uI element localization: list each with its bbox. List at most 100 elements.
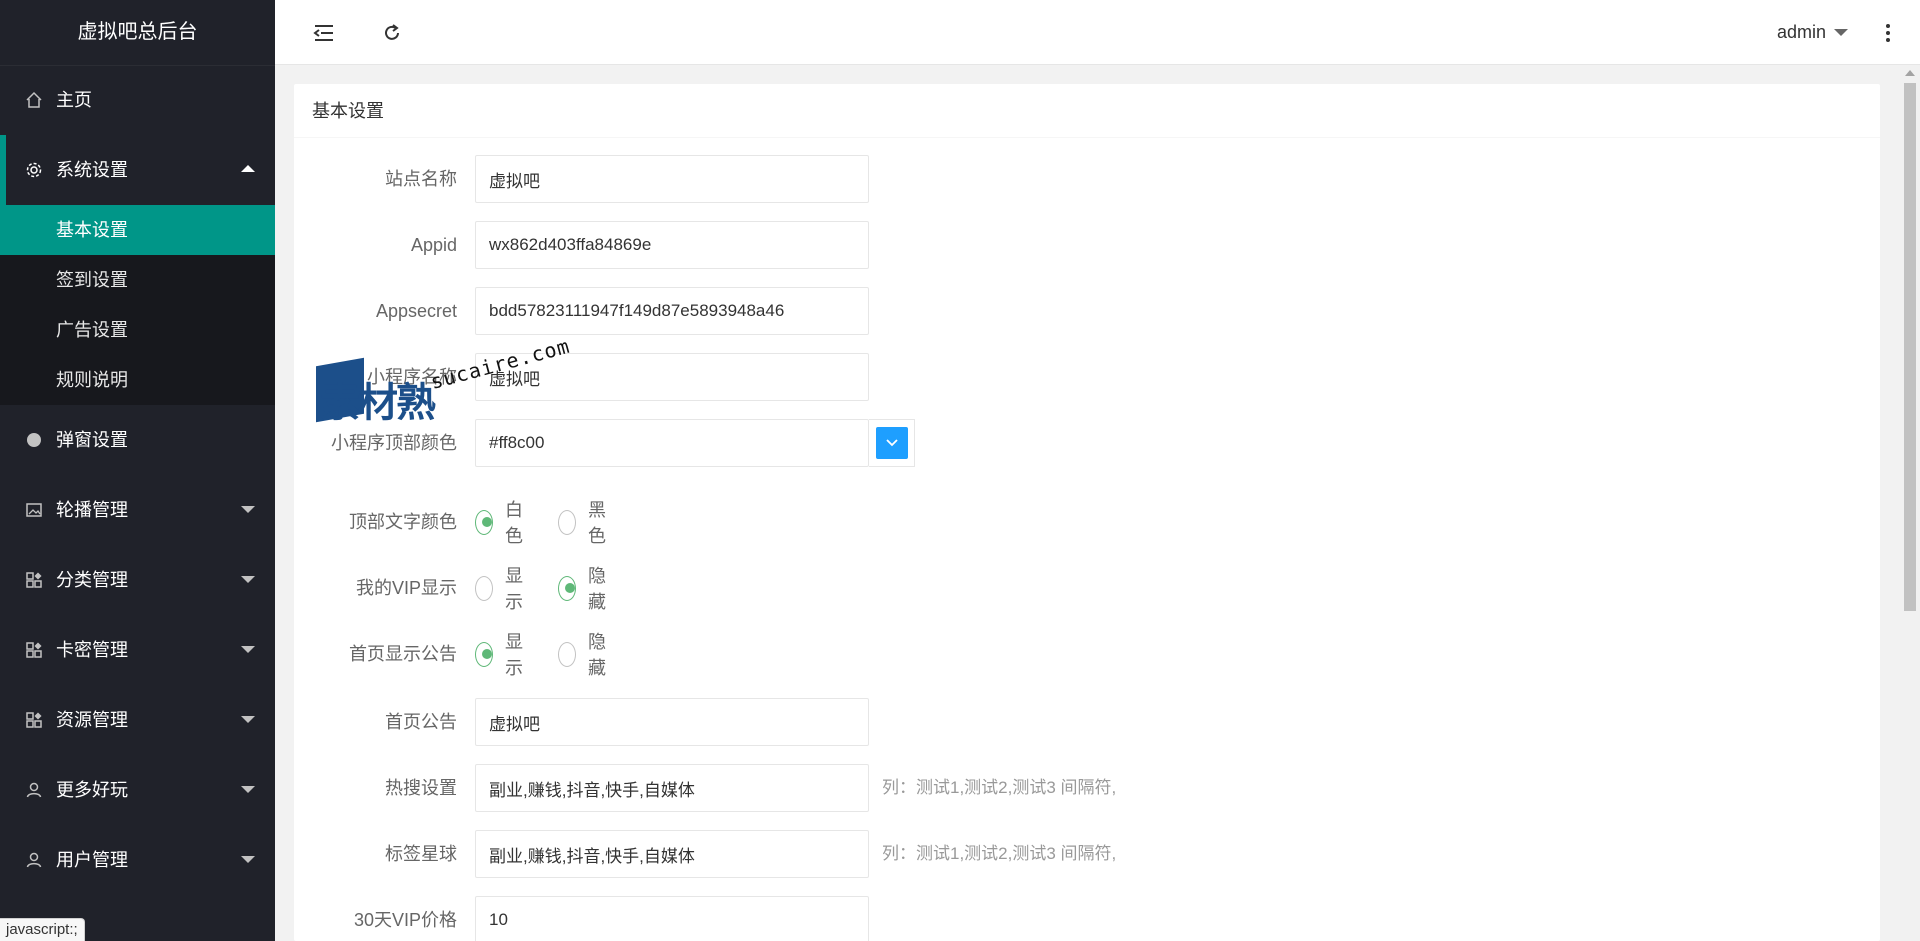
field-label: Appsecret bbox=[375, 301, 457, 321]
sidebar-item-system[interactable]: 系统设置 bbox=[0, 135, 275, 205]
field-label: 我的VIP显示 bbox=[355, 578, 457, 598]
app-title: 虚拟吧总后台 bbox=[0, 0, 275, 65]
chevron-down-icon bbox=[885, 439, 898, 447]
field-hint: 列：测试1,测试2,测试3 间隔符, bbox=[882, 778, 1117, 797]
gear-icon bbox=[24, 135, 44, 205]
appid-input[interactable] bbox=[475, 221, 869, 269]
field-label: 首页显示公告 bbox=[349, 644, 457, 664]
radio-hide[interactable]: 隐藏 bbox=[558, 562, 613, 614]
caret-down-icon bbox=[1834, 29, 1848, 36]
sidebar-subitem-signin[interactable]: 签到设置 bbox=[0, 255, 275, 305]
sidebar-item-label: 用户管理 bbox=[56, 850, 128, 870]
sidebar: 虚拟吧总后台 主页 系统设置 基本设置 签到设置 广告设置 规则说明 弹窗设置 … bbox=[0, 0, 275, 941]
home-notice-input[interactable] bbox=[475, 698, 869, 746]
user-icon bbox=[24, 825, 44, 895]
settings-card: 基本设置 站点名称 Appid Appsecret 小程序名称 小程序顶部颜色 … bbox=[294, 84, 1880, 941]
sidebar-item-popup[interactable]: 弹窗设置 bbox=[0, 405, 275, 475]
sidebar-subitem-basic[interactable]: 基本设置 bbox=[0, 205, 275, 255]
page-scrollbar[interactable] bbox=[1900, 65, 1920, 941]
image-icon bbox=[24, 475, 44, 545]
sidebar-item-label: 系统设置 bbox=[56, 160, 128, 180]
radio-checked-icon bbox=[475, 641, 493, 667]
radio-black[interactable]: 黑色 bbox=[558, 496, 613, 548]
system-submenu: 基本设置 签到设置 广告设置 规则说明 bbox=[0, 205, 275, 405]
sidebar-item-cards[interactable]: 卡密管理 bbox=[0, 615, 275, 685]
top-color-input[interactable] bbox=[475, 419, 869, 467]
sidebar-item-label: 卡密管理 bbox=[56, 640, 128, 660]
radio-label: 显示 bbox=[504, 566, 523, 612]
radio-label: 隐藏 bbox=[587, 632, 606, 678]
radio-label: 显示 bbox=[504, 632, 523, 678]
collapse-menu-icon[interactable] bbox=[311, 20, 337, 46]
sidebar-item-carousel[interactable]: 轮播管理 bbox=[0, 475, 275, 545]
radio-hide[interactable]: 隐藏 bbox=[558, 628, 613, 680]
radio-label: 白色 bbox=[504, 500, 523, 546]
radio-show[interactable]: 显示 bbox=[475, 628, 530, 680]
radio-show[interactable]: 显示 bbox=[475, 562, 530, 614]
radio-checked-icon bbox=[475, 509, 493, 535]
tag-planet-input[interactable] bbox=[475, 830, 869, 878]
vip30-price-input[interactable] bbox=[475, 896, 869, 941]
sidebar-item-resources[interactable]: 资源管理 bbox=[0, 685, 275, 755]
sidebar-item-label: 轮播管理 bbox=[56, 500, 128, 520]
username: admin bbox=[1776, 22, 1826, 42]
radio-label: 隐藏 bbox=[587, 566, 606, 612]
sidebar-item-label: 分类管理 bbox=[56, 570, 128, 590]
radio-unchecked-icon bbox=[558, 641, 576, 667]
field-label: Appid bbox=[410, 235, 457, 255]
appsecret-input[interactable] bbox=[475, 287, 869, 335]
card-title: 基本设置 bbox=[294, 84, 1880, 138]
sidebar-subitem-rules[interactable]: 规则说明 bbox=[0, 355, 275, 405]
refresh-icon[interactable] bbox=[379, 20, 405, 46]
field-label: 标签星球 bbox=[385, 844, 457, 864]
top-header: admin bbox=[275, 0, 1920, 65]
field-label: 30天VIP价格 bbox=[353, 910, 457, 930]
chevron-down-icon bbox=[241, 716, 255, 723]
color-swatch bbox=[875, 427, 908, 459]
sidebar-item-label: 更多好玩 bbox=[56, 780, 128, 800]
status-bar-url: javascript:; bbox=[0, 918, 85, 941]
field-hint: 列：测试1,测试2,测试3 间隔符, bbox=[882, 844, 1117, 863]
sidebar-subitem-ads[interactable]: 广告设置 bbox=[0, 305, 275, 355]
more-vertical-icon[interactable] bbox=[1878, 20, 1898, 46]
radio-unchecked-icon bbox=[475, 575, 493, 601]
dot-icon bbox=[24, 405, 44, 475]
site-name-input[interactable] bbox=[475, 155, 869, 203]
chevron-up-icon bbox=[241, 165, 255, 172]
sidebar-item-users[interactable]: 用户管理 bbox=[0, 825, 275, 895]
color-picker-button[interactable] bbox=[869, 419, 915, 467]
top-text-color-radio-group: 白色 黑色 bbox=[475, 498, 641, 546]
field-label: 热搜设置 bbox=[385, 778, 457, 798]
chevron-down-icon bbox=[241, 646, 255, 653]
scroll-up-icon[interactable] bbox=[1905, 70, 1915, 76]
field-label: 首页公告 bbox=[385, 712, 457, 732]
home-notice-display-radio-group: 显示 隐藏 bbox=[475, 630, 641, 678]
sidebar-item-label: 资源管理 bbox=[56, 710, 128, 730]
chevron-down-icon bbox=[241, 786, 255, 793]
radio-checked-icon bbox=[558, 575, 576, 601]
sidebar-item-home[interactable]: 主页 bbox=[0, 65, 275, 135]
scrollbar-thumb[interactable] bbox=[1904, 83, 1916, 611]
home-icon bbox=[24, 65, 44, 135]
radio-unchecked-icon bbox=[558, 509, 576, 535]
apps-icon bbox=[24, 685, 44, 755]
sidebar-item-label: 主页 bbox=[56, 90, 92, 110]
user-icon bbox=[24, 755, 44, 825]
hot-search-input[interactable] bbox=[475, 764, 869, 812]
sidebar-item-label: 弹窗设置 bbox=[56, 430, 128, 450]
sidebar-item-category[interactable]: 分类管理 bbox=[0, 545, 275, 615]
vip-display-radio-group: 显示 隐藏 bbox=[475, 564, 641, 612]
chevron-down-icon bbox=[241, 576, 255, 583]
apps-icon bbox=[24, 545, 44, 615]
field-label: 小程序顶部颜色 bbox=[331, 433, 457, 453]
user-menu[interactable]: admin bbox=[1777, 0, 1848, 65]
radio-white[interactable]: 白色 bbox=[475, 496, 530, 548]
chevron-down-icon bbox=[241, 506, 255, 513]
chevron-down-icon bbox=[241, 856, 255, 863]
sidebar-item-more-fun[interactable]: 更多好玩 bbox=[0, 755, 275, 825]
radio-label: 黑色 bbox=[587, 500, 606, 546]
mini-name-input[interactable] bbox=[475, 353, 869, 401]
field-label: 小程序名称 bbox=[367, 367, 457, 387]
field-label: 顶部文字颜色 bbox=[349, 512, 457, 532]
field-label: 站点名称 bbox=[385, 169, 457, 189]
